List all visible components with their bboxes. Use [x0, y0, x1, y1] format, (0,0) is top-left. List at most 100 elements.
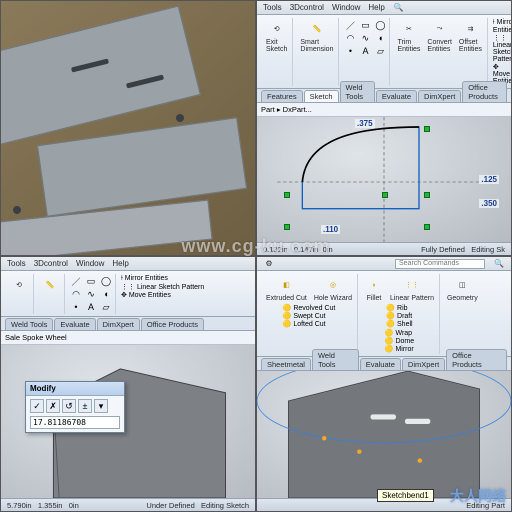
tab-dimxpert[interactable]: DimXpert: [418, 90, 461, 102]
line-icon[interactable]: ／: [70, 275, 82, 287]
tab-dimxpert[interactable]: DimXpert: [97, 318, 140, 330]
fillet-button[interactable]: ◗Fillet: [363, 275, 385, 303]
revolved-cut-button[interactable]: 🟡 Revolved Cut: [283, 304, 336, 312]
point-icon[interactable]: •: [344, 45, 356, 57]
tab-weld[interactable]: Weld Tools: [340, 81, 375, 102]
tab-office[interactable]: Office Products: [446, 349, 507, 370]
exit-sketch-button[interactable]: ⟲ Exit Sketch: [264, 19, 289, 54]
origin-handle[interactable]: [382, 192, 388, 198]
shell-button[interactable]: 🟡 Shell: [386, 320, 412, 328]
menu-tools[interactable]: Tools: [7, 259, 26, 268]
rib-button[interactable]: 🟡 Rib: [386, 304, 412, 312]
text-icon[interactable]: A: [359, 45, 371, 57]
command-tabs[interactable]: Features Sketch Weld Tools Evaluate DimX…: [257, 89, 511, 103]
mirror-button[interactable]: 🟡 Mirror: [385, 345, 414, 353]
menubar[interactable]: ⚙ 🔍: [257, 257, 511, 271]
line-icon[interactable]: ／: [344, 19, 356, 31]
spline-icon[interactable]: ∿: [85, 288, 97, 300]
tab-sheetmetal[interactable]: Sheetmetal: [261, 358, 311, 370]
pattern-button[interactable]: ⋮⋮Linear Pattern: [388, 275, 436, 303]
cancel-button[interactable]: ✗: [46, 399, 60, 413]
rebuild-button[interactable]: ↺: [62, 399, 76, 413]
smart-dimension-button[interactable]: 📏: [39, 275, 61, 295]
search-commands-input[interactable]: [395, 259, 485, 269]
tab-office[interactable]: Office Products: [462, 81, 507, 102]
dimension-d1[interactable]: .375: [355, 119, 375, 128]
tab-evaluate[interactable]: Evaluate: [376, 90, 417, 102]
search-icon[interactable]: 🔍: [493, 258, 505, 270]
offset-entities-button[interactable]: ⇉ Offset Entities: [457, 19, 484, 54]
sketch-handle[interactable]: [424, 126, 430, 132]
menubar[interactable]: Tools 3Dcontrol Window Help 🔍: [257, 1, 511, 15]
dimension-d3[interactable]: .350: [479, 199, 499, 208]
dimension-value-input[interactable]: 17.81186708: [30, 416, 120, 429]
tab-weld[interactable]: Weld Tools: [312, 349, 359, 370]
modify-dialog[interactable]: Modify ✓ ✗ ↺ ± ▾ 17.81186708: [25, 381, 125, 433]
plane-icon[interactable]: ▱: [100, 301, 112, 313]
menubar[interactable]: Tools 3Dcontrol Window Help: [1, 257, 255, 271]
sketch-handle[interactable]: [284, 192, 290, 198]
exit-sketch-button[interactable]: ⟲: [8, 275, 30, 295]
move-entities-button[interactable]: ✥ Move Entities: [121, 291, 204, 299]
command-tabs[interactable]: Sheetmetal Weld Tools Evaluate DimXpert …: [257, 357, 511, 371]
linear-pattern-button[interactable]: ⋮⋮ Linear Sketch Pattern: [121, 283, 204, 291]
graphics-viewport[interactable]: Sketchbend1: [257, 371, 511, 498]
circle-icon[interactable]: ◯: [100, 275, 112, 287]
ok-button[interactable]: ✓: [30, 399, 44, 413]
dimension-d2[interactable]: .125: [479, 175, 499, 184]
spin-button[interactable]: ▾: [94, 399, 108, 413]
reverse-button[interactable]: ±: [78, 399, 92, 413]
menu-window[interactable]: Window: [332, 3, 360, 12]
convert-entities-button[interactable]: ⤳ Convert Entities: [425, 19, 454, 54]
tab-weld[interactable]: Weld Tools: [5, 318, 53, 330]
slot-icon[interactable]: ◖: [100, 288, 112, 300]
modify-dialog-title[interactable]: Modify: [26, 382, 124, 396]
point-icon[interactable]: •: [70, 301, 82, 313]
text-icon[interactable]: A: [85, 301, 97, 313]
tab-office[interactable]: Office Products: [141, 318, 204, 330]
sketch-handle[interactable]: [424, 224, 430, 230]
arc-icon[interactable]: ◠: [344, 32, 356, 44]
menu-window[interactable]: Window: [76, 259, 104, 268]
menu-3dcontrol[interactable]: 3Dcontrol: [290, 3, 324, 12]
tab-evaluate[interactable]: Evaluate: [360, 358, 401, 370]
command-tabs[interactable]: Weld Tools Evaluate DimXpert Office Prod…: [1, 317, 255, 331]
swept-cut-button[interactable]: 🟡 Swept Cut: [283, 312, 336, 320]
menu-tools[interactable]: Tools: [263, 3, 282, 12]
menu-3dcontrol[interactable]: 3Dcontrol: [34, 259, 68, 268]
trim-entities-button[interactable]: ✂ Trim Entities: [395, 19, 422, 54]
plane-icon[interactable]: ▱: [374, 45, 386, 57]
tab-sketch[interactable]: Sketch: [304, 90, 339, 102]
dome-button[interactable]: 🟡 Dome: [385, 337, 414, 345]
graphics-viewport[interactable]: .375 .125 .350 .110: [257, 117, 511, 242]
tree-root-label[interactable]: Sale Spoke Wheel: [5, 333, 67, 342]
rect-icon[interactable]: ▭: [85, 275, 97, 287]
draft-button[interactable]: 🟡 Draft: [386, 312, 412, 320]
circle-icon[interactable]: ◯: [374, 19, 386, 31]
search-icon[interactable]: 🔍: [393, 2, 405, 14]
menu-help[interactable]: Help: [368, 3, 384, 12]
slot-icon[interactable]: ◖: [374, 32, 386, 44]
sketch-handle[interactable]: [284, 224, 290, 230]
geometry-button[interactable]: ◫Geometry: [445, 275, 480, 303]
breadcrumb[interactable]: Part ▸ DxPart...: [261, 105, 312, 114]
rect-icon[interactable]: ▭: [359, 19, 371, 31]
mirror-entities-button[interactable]: ⟊ Mirror Entities: [493, 19, 512, 34]
mirror-entities-button[interactable]: ⟊ Mirror Entities: [121, 275, 204, 283]
tab-dimxpert[interactable]: DimXpert: [402, 358, 445, 370]
hole-wizard-button[interactable]: ◎Hole Wizard: [312, 275, 354, 303]
spline-icon[interactable]: ∿: [359, 32, 371, 44]
wrap-button[interactable]: 🟡 Wrap: [385, 329, 414, 337]
arc-icon[interactable]: ◠: [70, 288, 82, 300]
menu-help[interactable]: Help: [112, 259, 128, 268]
gear-icon[interactable]: ⚙: [263, 258, 275, 270]
extruded-cut-button[interactable]: ◧Extruded Cut: [264, 275, 309, 303]
graphics-viewport[interactable]: Modify ✓ ✗ ↺ ± ▾ 17.81186708: [1, 345, 255, 498]
linear-pattern-button[interactable]: ⋮⋮ Linear Sketch Pattern: [493, 34, 512, 63]
sketch-handle[interactable]: [424, 192, 430, 198]
tab-features[interactable]: Features: [261, 90, 303, 102]
dimension-d4[interactable]: .110: [321, 225, 340, 234]
boundary-cut-button[interactable]: 🟡 Lofted Cut: [283, 320, 336, 328]
smart-dimension-button[interactable]: 📏 Smart Dimension: [298, 19, 335, 54]
tab-evaluate[interactable]: Evaluate: [54, 318, 95, 330]
